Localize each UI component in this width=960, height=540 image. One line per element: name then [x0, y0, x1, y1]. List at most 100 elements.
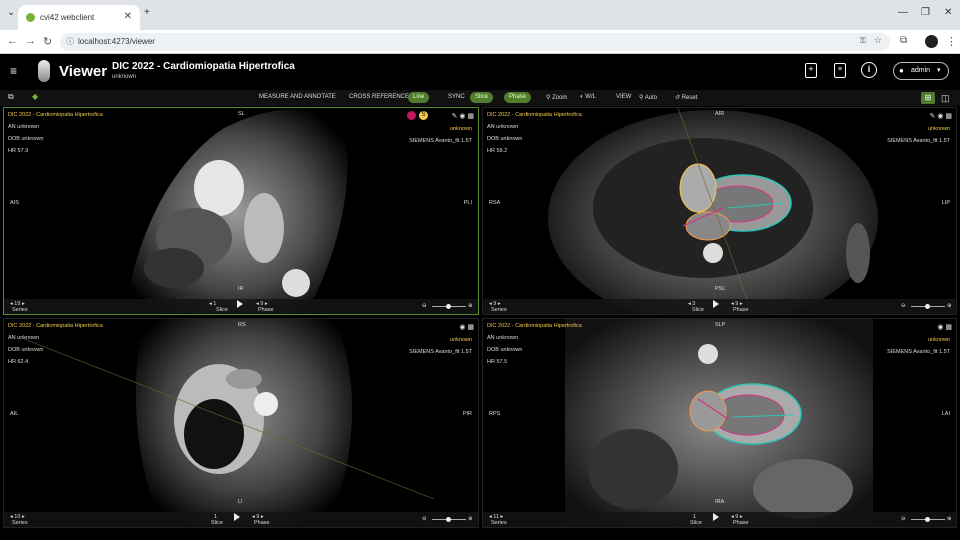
browser-tab[interactable]: cvi42 webclient ✕	[18, 5, 140, 30]
an-overlay: AN unknown	[487, 335, 519, 341]
forward-icon[interactable]: →	[25, 35, 36, 47]
url-field[interactable]: ⓘ localhost:4273/viewer ⚿ ☆	[60, 33, 890, 51]
scanner-overlay: SIEMENS Avanto_fit 1.5T	[887, 349, 950, 355]
zoom-in-icon[interactable]: ⊕	[468, 303, 473, 309]
app-name: Viewer	[59, 63, 108, 80]
hr-overlay: HR 57.9	[8, 148, 29, 154]
zoom-slider-knob[interactable]	[925, 304, 930, 309]
an-overlay: AN unknown	[8, 124, 40, 130]
tab-close-icon[interactable]: ✕	[124, 11, 132, 22]
sync-slice-toggle[interactable]: Slice	[470, 92, 494, 103]
address-bar: ← → ↻ ⓘ localhost:4273/viewer ⚿ ☆ ⧉ ⋮	[0, 30, 960, 54]
add-document-icon[interactable]: +	[805, 63, 817, 78]
extensions-icon[interactable]: ⧉	[900, 35, 907, 46]
tag-icon[interactable]: ◆	[32, 92, 38, 101]
viewport-controls: ◂ 10 ▸ Series 1 Slice ◂ 9 ▸ Phase ⊖ ⊕	[4, 512, 478, 527]
user-name: admin	[911, 67, 931, 74]
menu-toggle-icon[interactable]: ≡	[10, 64, 17, 78]
slice-label: Slice	[475, 94, 489, 100]
slice-label: Slice	[211, 520, 223, 526]
status-s-icon[interactable]: S	[419, 111, 428, 120]
zoom-in-icon[interactable]: ⊕	[947, 303, 952, 309]
sync-phase-toggle[interactable]: Phase	[504, 92, 532, 103]
play-icon[interactable]	[713, 513, 719, 521]
reload-icon[interactable]: ↻	[43, 35, 52, 48]
dob-overlay: DOB unknown	[487, 347, 523, 353]
orientation-bottom: PSL	[715, 286, 726, 292]
zoom-out-icon[interactable]: ⊖	[901, 303, 906, 309]
scanner-overlay: SIEMENS Avanto_fit 1.5T	[409, 349, 472, 355]
split-layout-icon[interactable]: ◫	[941, 92, 953, 104]
zoom-slider-knob[interactable]	[446, 517, 451, 522]
phase-label: Phase	[254, 520, 270, 526]
unknown-overlay: unknown	[927, 337, 950, 343]
viewport-icons[interactable]: ◉ ▦	[459, 323, 474, 331]
viewport-icons[interactable]: ✎ ◉ ▦	[452, 112, 474, 120]
mri-image-three-chamber	[565, 319, 873, 527]
zoom-out-icon[interactable]: ⊖	[422, 516, 427, 522]
zoom-in-icon[interactable]: ⊕	[947, 516, 952, 522]
key-icon[interactable]: ⚿	[860, 36, 866, 46]
zoom-slider[interactable]	[911, 517, 945, 522]
reset-icon: ↺	[675, 95, 682, 101]
record-icon[interactable]	[407, 111, 416, 120]
zoom-in-icon[interactable]: ⊕	[468, 516, 473, 522]
zoom-slider-knob[interactable]	[446, 304, 451, 309]
report-icon[interactable]: ≡	[834, 63, 846, 78]
study-subtitle: unknown	[112, 74, 137, 80]
browser-menu-icon[interactable]: ⋮	[946, 35, 957, 48]
play-icon[interactable]	[713, 300, 719, 308]
close-window-icon[interactable]: ✕	[944, 7, 952, 18]
site-info-icon[interactable]: ⓘ	[66, 36, 74, 47]
info-icon[interactable]: i	[861, 62, 877, 78]
new-tab-button[interactable]: +	[144, 7, 150, 18]
tab-list-icon[interactable]: ⌄	[7, 7, 15, 18]
phase-label: Phase	[733, 520, 749, 526]
grid-layout-icon[interactable]: ⊞	[921, 92, 935, 104]
line-toggle[interactable]: Line	[408, 92, 430, 103]
zoom-out-icon[interactable]: ⊖	[901, 516, 906, 522]
reset-button[interactable]: ↺ Reset	[675, 94, 697, 101]
user-menu[interactable]: ● admin ▾	[893, 62, 949, 80]
play-icon[interactable]	[234, 513, 240, 521]
viewport-4[interactable]: DIC 2022 - Cardiomiopatia Hipertrofica A…	[482, 318, 957, 528]
play-icon[interactable]	[237, 300, 243, 308]
orientation-right: PIR	[462, 411, 472, 417]
zoom-slider-knob[interactable]	[925, 517, 930, 522]
window-level-button[interactable]: ◐ W/L	[580, 94, 596, 100]
wl-label: W/L	[585, 94, 596, 100]
back-icon[interactable]: ←	[7, 35, 18, 47]
chevron-down-icon: ▾	[937, 67, 941, 74]
hr-overlay: HR 62.4	[8, 359, 29, 365]
dob-overlay: DOB unknown	[487, 136, 523, 142]
auto-button[interactable]: ⚲ Auto	[639, 94, 657, 101]
line-label: Line	[413, 94, 425, 100]
minimize-icon[interactable]: —	[898, 7, 908, 18]
mri-image-two-chamber	[23, 319, 435, 527]
viewport-2[interactable]: DIC 2022 - Cardiomiopatia Hipertrofica A…	[482, 107, 957, 315]
cross-reference-menu[interactable]: CROSS REFERENCE	[349, 94, 409, 100]
zoom-slider[interactable]	[432, 304, 466, 309]
zoom-button[interactable]: ⚲ Zoom	[546, 94, 567, 101]
profile-avatar[interactable]	[925, 35, 938, 48]
zoom-slider[interactable]	[432, 517, 466, 522]
viewport-3[interactable]: DIC 2022 - Cardiomiopatia Hipertrofica A…	[3, 318, 479, 528]
viewport-1[interactable]: DIC 2022 - Cardiomiopatia Hipertrofica A…	[3, 107, 479, 315]
viewport-icons[interactable]: ◉ ▦	[937, 323, 952, 331]
zoom-out-icon[interactable]: ⊖	[422, 303, 427, 309]
bookmark-star-icon[interactable]: ☆	[874, 35, 882, 46]
orientation-right: LAI	[941, 411, 950, 417]
measure-annotate-menu[interactable]: MEASURE AND ANNOTATE	[259, 94, 336, 100]
scanner-overlay: SIEMENS Avanto_fit 1.5T	[409, 138, 472, 144]
viewer-toolbar: ⧉ ◆ MEASURE AND ANNOTATE CROSS REFERENCE…	[0, 90, 960, 106]
series-label: Series	[491, 307, 507, 313]
zoom-slider[interactable]	[911, 304, 945, 309]
series-label: Series	[12, 307, 28, 313]
tab-title: cvi42 webclient	[40, 13, 95, 22]
mri-image-sagittal	[124, 109, 348, 314]
layers-icon[interactable]: ⧉	[8, 92, 14, 102]
restore-icon[interactable]: ❐	[921, 7, 930, 18]
orientation-left: AIL	[10, 411, 19, 417]
orientation-top: RS	[238, 322, 246, 328]
viewport-icons[interactable]: ✎ ◉ ▦	[930, 112, 952, 120]
